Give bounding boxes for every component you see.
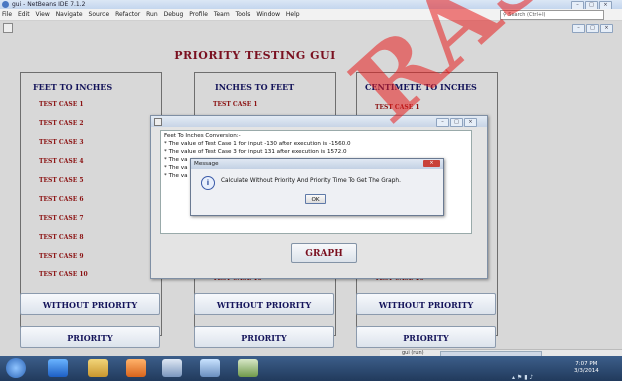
result-line: * The value of Test Case 1 for input -13…	[164, 141, 351, 147]
folder-icon[interactable]	[88, 359, 108, 377]
menu-file[interactable]: File	[2, 11, 12, 18]
menu-refactor[interactable]: Refactor	[115, 11, 140, 18]
results-window-title-bar: – □ ×	[151, 116, 487, 127]
test-case[interactable]: TEST CASE 1	[213, 101, 258, 108]
ide-title: gui - NetBeans IDE 7.1.2	[12, 1, 86, 8]
centimeter-to-inches-title: CENTIMETE TO INCHES	[365, 82, 477, 92]
ide-title-bar: gui - NetBeans IDE 7.1.2 – □ ×	[0, 0, 622, 10]
results-window-icon	[154, 118, 162, 126]
java-app-icon[interactable]	[200, 359, 220, 377]
taskbar: ▴ ⚑ ▮ ♪ 7:07 PM 3/3/2014	[0, 356, 622, 381]
clock-time: 7:07 PM	[575, 361, 598, 367]
netbeans-icon	[2, 1, 9, 8]
graph-button[interactable]: GRAPH	[291, 243, 357, 263]
message-text: Calculate Without Priority And Priority …	[221, 178, 401, 184]
message-dialog: Message × i Calculate Without Priority A…	[190, 158, 444, 216]
priority-button[interactable]: PRIORITY	[20, 326, 160, 348]
app-frame-window-controls: – □ ×	[572, 24, 613, 33]
menu-run[interactable]: Run	[146, 11, 158, 18]
app-close-icon[interactable]: ×	[600, 24, 613, 33]
results-close-icon[interactable]: ×	[464, 118, 477, 127]
priority-button[interactable]: PRIORITY	[194, 326, 334, 348]
start-icon[interactable]	[6, 358, 26, 378]
test-case[interactable]: TEST CASE 1	[375, 104, 420, 111]
feet-to-inches-title: FEET TO INCHES	[33, 82, 113, 92]
search-icon: ⚲	[503, 12, 507, 18]
test-case[interactable]: TEST CASE 10	[39, 271, 88, 278]
test-case[interactable]: TEST CASE 1	[39, 101, 84, 108]
menu-profile[interactable]: Profile	[189, 11, 208, 18]
ok-button[interactable]: OK	[305, 194, 326, 204]
result-line: Feet To Inches Conversion:-	[164, 133, 241, 139]
result-line: * The value of Test Case 3 for input 131…	[164, 149, 347, 155]
test-case[interactable]: TEST CASE 9	[39, 253, 84, 260]
test-case[interactable]: TEST CASE 4	[39, 158, 84, 165]
test-case[interactable]: TEST CASE 8	[39, 234, 84, 241]
priority-button[interactable]: PRIORITY	[356, 326, 496, 348]
menu-tools[interactable]: Tools	[236, 11, 251, 18]
message-dialog-title: Message	[194, 161, 219, 167]
feet-to-inches-panel: FEET TO INCHES TEST CASE 1 TEST CASE 2 T…	[20, 72, 162, 348]
test-case[interactable]: TEST CASE 3	[39, 139, 84, 146]
menu-source[interactable]: Source	[89, 11, 110, 18]
paint-icon[interactable]	[238, 359, 258, 377]
menu-help[interactable]: Help	[286, 11, 300, 18]
test-case[interactable]: TEST CASE 7	[39, 215, 84, 222]
message-dialog-title-bar: Message ×	[191, 159, 443, 169]
clock-date: 3/3/2014	[574, 368, 599, 374]
search-placeholder: Search (Ctrl+I)	[508, 12, 546, 18]
app-frame-toolbar: – □ ×	[0, 21, 622, 35]
tray-icons[interactable]: ▴ ⚑ ▮ ♪	[512, 374, 533, 381]
without-priority-button[interactable]: WITHOUT PRIORITY	[20, 293, 160, 315]
menu-window[interactable]: Window	[256, 11, 280, 18]
menu-view[interactable]: View	[36, 11, 50, 18]
without-priority-button[interactable]: WITHOUT PRIORITY	[194, 293, 334, 315]
results-maximize-icon[interactable]: □	[450, 118, 463, 127]
info-icon: i	[201, 176, 215, 190]
app-frame-icon	[3, 23, 13, 33]
system-tray: ▴ ⚑ ▮ ♪	[512, 364, 568, 381]
test-case[interactable]: TEST CASE 5	[39, 177, 84, 184]
menu-navigate[interactable]: Navigate	[56, 11, 83, 18]
menu-edit[interactable]: Edit	[18, 11, 30, 18]
without-priority-button[interactable]: WITHOUT PRIORITY	[356, 293, 496, 315]
app-maximize-icon[interactable]: □	[586, 24, 599, 33]
inches-to-feet-title: INCHES TO FEET	[215, 82, 295, 92]
netbeans-taskbar-icon[interactable]	[162, 359, 182, 377]
media-player-icon[interactable]	[126, 359, 146, 377]
results-minimize-icon[interactable]: –	[436, 118, 449, 127]
test-case[interactable]: TEST CASE 6	[39, 196, 84, 203]
app-minimize-icon[interactable]: –	[572, 24, 585, 33]
menu-team[interactable]: Team	[214, 11, 230, 18]
menu-debug[interactable]: Debug	[164, 11, 184, 18]
ide-search-input[interactable]: ⚲ Search (Ctrl+I)	[500, 10, 604, 20]
page-title: PRIORITY TESTING GUI	[174, 49, 336, 62]
test-case[interactable]: TEST CASE 2	[39, 120, 84, 127]
results-window-controls: – □ ×	[436, 118, 477, 127]
clock[interactable]: 7:07 PM 3/3/2014	[574, 361, 599, 375]
browser-icon[interactable]	[48, 359, 68, 377]
message-close-icon[interactable]: ×	[423, 160, 440, 167]
